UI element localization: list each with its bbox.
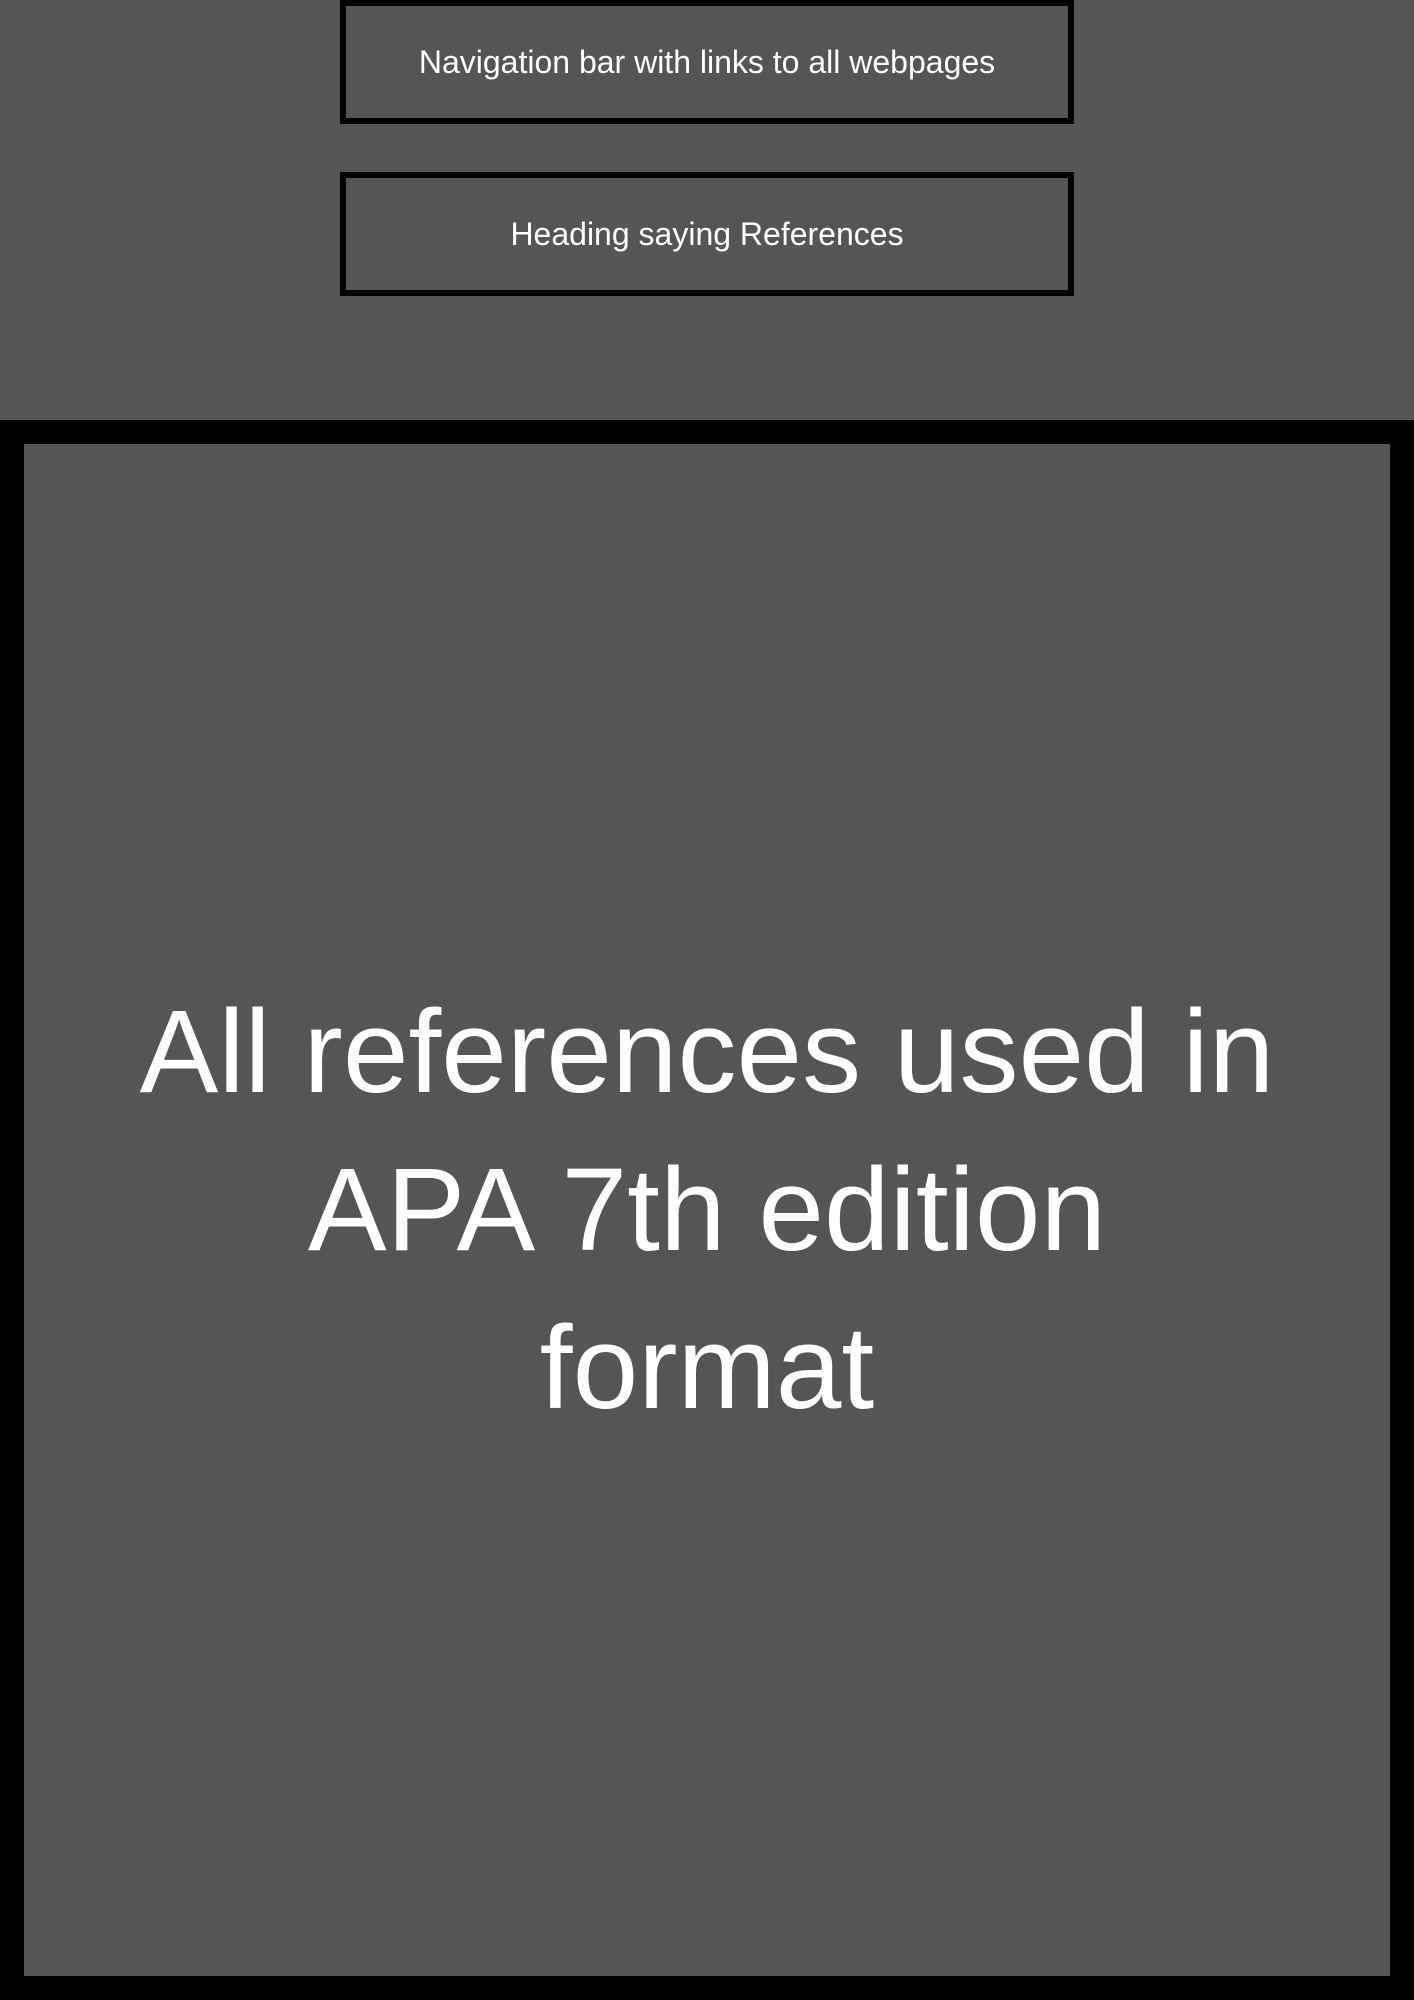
references-content-placeholder: All references used in APA 7th edition f… bbox=[0, 420, 1414, 2000]
heading-label: Heading saying References bbox=[510, 215, 904, 252]
references-content-label: All references used in APA 7th edition f… bbox=[139, 986, 1275, 1434]
wireframe-canvas: { "nav_box": { "label": "Navigation bar … bbox=[0, 0, 1414, 2000]
navigation-bar-label: Navigation bar with links to all webpage… bbox=[418, 43, 996, 80]
navigation-bar-placeholder: Navigation bar with links to all webpage… bbox=[340, 0, 1074, 124]
heading-placeholder: Heading saying References bbox=[340, 172, 1074, 296]
